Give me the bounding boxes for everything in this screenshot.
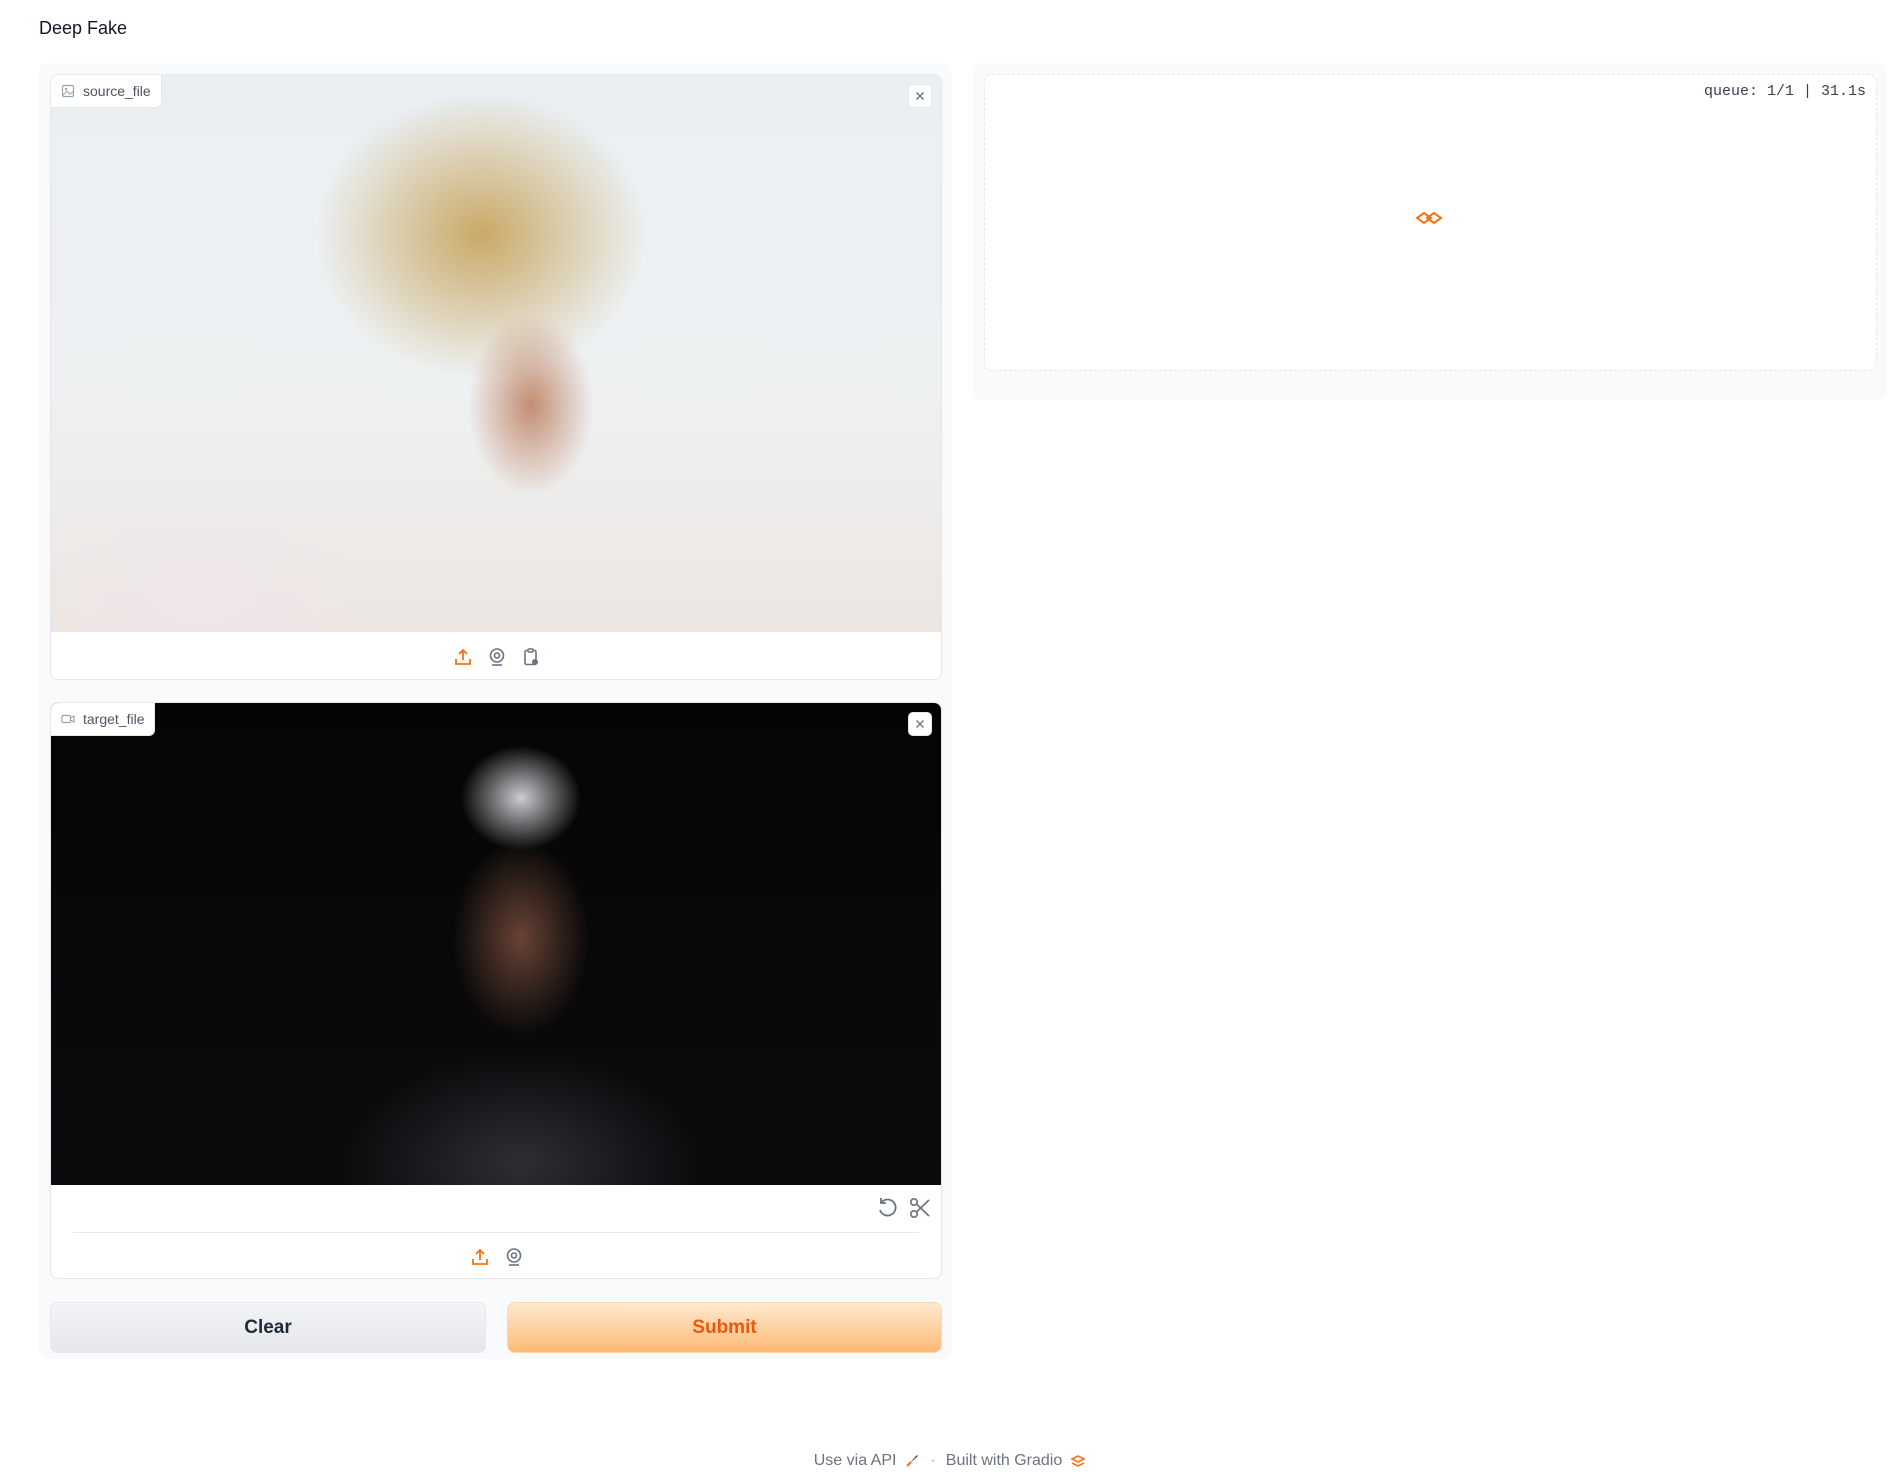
output-video-area: queue: 1/1 | 31.1s (984, 74, 1877, 371)
source-clear-button[interactable] (908, 84, 932, 108)
built-with-gradio-label: Built with Gradio (945, 1452, 1063, 1469)
target-input-controls (51, 1233, 941, 1278)
gradio-logo-icon (1070, 1453, 1087, 1469)
target-video-player[interactable] (51, 703, 941, 1185)
source-image-preview[interactable] (51, 75, 941, 632)
close-icon (914, 90, 926, 102)
use-via-api-label: Use via API (813, 1452, 897, 1469)
undo-icon[interactable] (875, 1195, 901, 1221)
source-input-controls (51, 632, 941, 679)
webcam-icon[interactable] (503, 1246, 525, 1268)
footer: Use via API · Built with Gradio (0, 1452, 1900, 1470)
upload-icon[interactable] (452, 646, 474, 668)
webcam-icon[interactable] (486, 646, 508, 668)
queue-status: queue: 1/1 | 31.1s (1703, 83, 1866, 100)
clipboard-icon[interactable] (520, 646, 542, 668)
target-file-label: target_file (51, 703, 156, 736)
target-file-label-text: target_file (83, 711, 145, 727)
source-file-label: source_file (51, 75, 162, 108)
app-title: Deep Fake (39, 18, 128, 38)
target-video-component: target_file (50, 702, 942, 1279)
video-edit-toolbar (51, 1185, 941, 1233)
built-with-gradio-link[interactable]: Built with Gradio (946, 1452, 1087, 1470)
target-clear-button[interactable] (908, 712, 932, 736)
loading-spinner-icon (1415, 210, 1443, 226)
rocket-icon (904, 1453, 920, 1469)
source-image-component: source_file (50, 74, 942, 680)
footer-separator: · (930, 1452, 936, 1469)
close-icon (914, 718, 926, 730)
upload-icon[interactable] (469, 1246, 491, 1268)
submit-button[interactable]: Submit (507, 1302, 942, 1353)
clear-button[interactable]: Clear (50, 1302, 486, 1353)
video-icon (61, 712, 75, 726)
image-icon (61, 84, 75, 98)
scissors-icon[interactable] (907, 1195, 933, 1221)
source-file-label-text: source_file (83, 83, 151, 99)
use-via-api-link[interactable]: Use via API (814, 1452, 921, 1470)
